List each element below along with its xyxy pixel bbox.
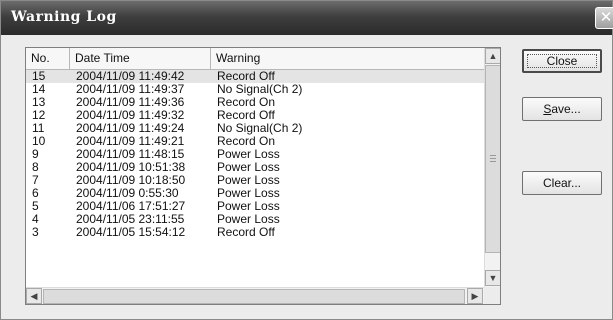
cell-warning: Record Off [217, 225, 275, 239]
horizontal-scrollbar[interactable]: ◀ ▶ [26, 287, 484, 304]
warning-log-dialog: Warning Log ✕ No. Date Time Warning 15 20… [0, 0, 613, 320]
scrollbar-corner [484, 287, 500, 304]
focus-ring [527, 54, 597, 68]
clear-button-label: Clear... [542, 176, 581, 190]
list-rows: 15 2004/11/09 11:49:42 Record Off 14 2004/11… [26, 70, 484, 239]
horizontal-scroll-thumb[interactable] [43, 289, 465, 304]
window-close-icon[interactable]: ✕ [595, 7, 613, 29]
scroll-right-icon[interactable]: ▶ [467, 288, 483, 304]
vertical-scroll-thumb[interactable] [485, 65, 500, 253]
cell-date-time: 2004/11/05 15:54:12 [76, 225, 186, 239]
scroll-up-icon[interactable]: ▲ [485, 48, 500, 64]
column-header-date-time[interactable]: Date Time [70, 48, 211, 69]
thumb-grip [490, 158, 496, 159]
close-button[interactable]: Close [522, 49, 602, 73]
save-button-label: ave... [551, 102, 581, 116]
column-header-warning[interactable]: Warning [211, 48, 484, 69]
scroll-down-icon[interactable]: ▼ [485, 270, 500, 286]
window-title: Warning Log [11, 9, 117, 25]
title-bar[interactable]: Warning Log ✕ [1, 1, 613, 35]
save-button[interactable]: Save... [522, 97, 602, 121]
vertical-scrollbar[interactable]: ▲ ▼ [484, 48, 500, 287]
clear-button[interactable]: Clear... [522, 171, 602, 195]
thumb-grip [490, 161, 496, 162]
cell-no: 3 [32, 225, 39, 239]
thumb-grip [490, 155, 496, 156]
warning-list[interactable]: No. Date Time Warning 15 2004/11/09 11:49… [25, 47, 501, 305]
column-header-no[interactable]: No. [26, 48, 70, 69]
table-row[interactable]: 3 2004/11/05 15:54:12 Record Off [26, 226, 484, 239]
scroll-left-icon[interactable]: ◀ [26, 288, 42, 304]
list-header: No. Date Time Warning [26, 48, 484, 70]
